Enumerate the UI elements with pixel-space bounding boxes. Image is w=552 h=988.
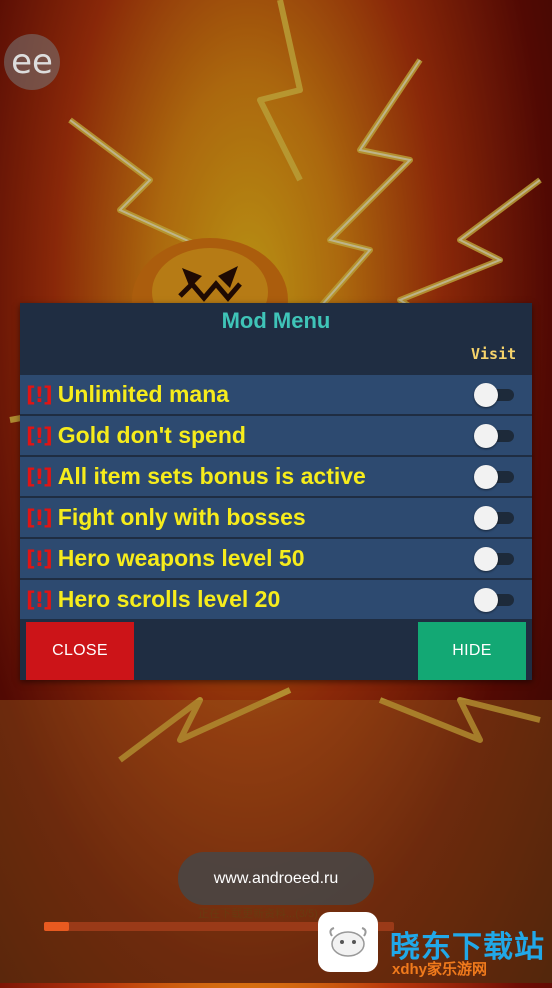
toggle-switch[interactable]: [474, 383, 514, 407]
hide-button[interactable]: HIDE: [418, 622, 526, 680]
warning-tag: [!]: [26, 587, 53, 612]
mod-option-hero-weapons[interactable]: [!] Hero weapons level 50: [20, 539, 532, 578]
mod-menu-title: Mod Menu: [221, 308, 331, 333]
warning-tag: [!]: [26, 546, 53, 571]
warning-tag: [!]: [26, 423, 53, 448]
toggle-switch[interactable]: [474, 547, 514, 571]
mod-option-fight-bosses[interactable]: [!] Fight only with bosses: [20, 498, 532, 537]
toggle-switch[interactable]: [474, 588, 514, 612]
toggle-switch[interactable]: [474, 506, 514, 530]
mod-option-label: Unlimited mana: [57, 381, 230, 407]
toast-message: www.androeed.ru: [178, 852, 374, 905]
watermark-subtext: xdhy家乐游网: [392, 961, 488, 978]
warning-tag: [!]: [26, 464, 53, 489]
marquee-text: Visit: [471, 345, 517, 363]
toggle-switch[interactable]: [474, 465, 514, 489]
watermark-logo-icon: [318, 912, 378, 972]
mod-option-label: Fight only with bosses: [57, 504, 306, 530]
mod-option-item-sets-bonus[interactable]: [!] All item sets bonus is active: [20, 457, 532, 496]
progress-fill: [44, 922, 69, 931]
mod-options-list: [!] Unlimited mana [!] Gold don't spend …: [20, 375, 532, 621]
mod-option-label: Hero scrolls level 20: [57, 586, 281, 612]
mod-option-hero-scrolls[interactable]: [!] Hero scrolls level 20: [20, 580, 532, 619]
close-button[interactable]: CLOSE: [26, 622, 134, 680]
loading-status-text: 正在下载更新资料...(3/5): [198, 908, 318, 920]
mod-menu-panel: Mod Menu Visit [!] Unlimited mana [!] Go…: [20, 303, 532, 680]
mod-option-gold-dont-spend[interactable]: [!] Gold don't spend: [20, 416, 532, 455]
warning-tag: [!]: [26, 382, 53, 407]
mod-option-label: Hero weapons level 50: [57, 545, 305, 571]
app-logo-badge[interactable]: ee: [4, 34, 60, 90]
toggle-switch[interactable]: [474, 424, 514, 448]
marquee-bar: Visit: [20, 339, 532, 375]
mod-option-label: Gold don't spend: [57, 422, 246, 448]
mod-option-label: All item sets bonus is active: [57, 463, 366, 489]
mod-option-unlimited-mana[interactable]: [!] Unlimited mana: [20, 375, 532, 414]
warning-tag: [!]: [26, 505, 53, 530]
